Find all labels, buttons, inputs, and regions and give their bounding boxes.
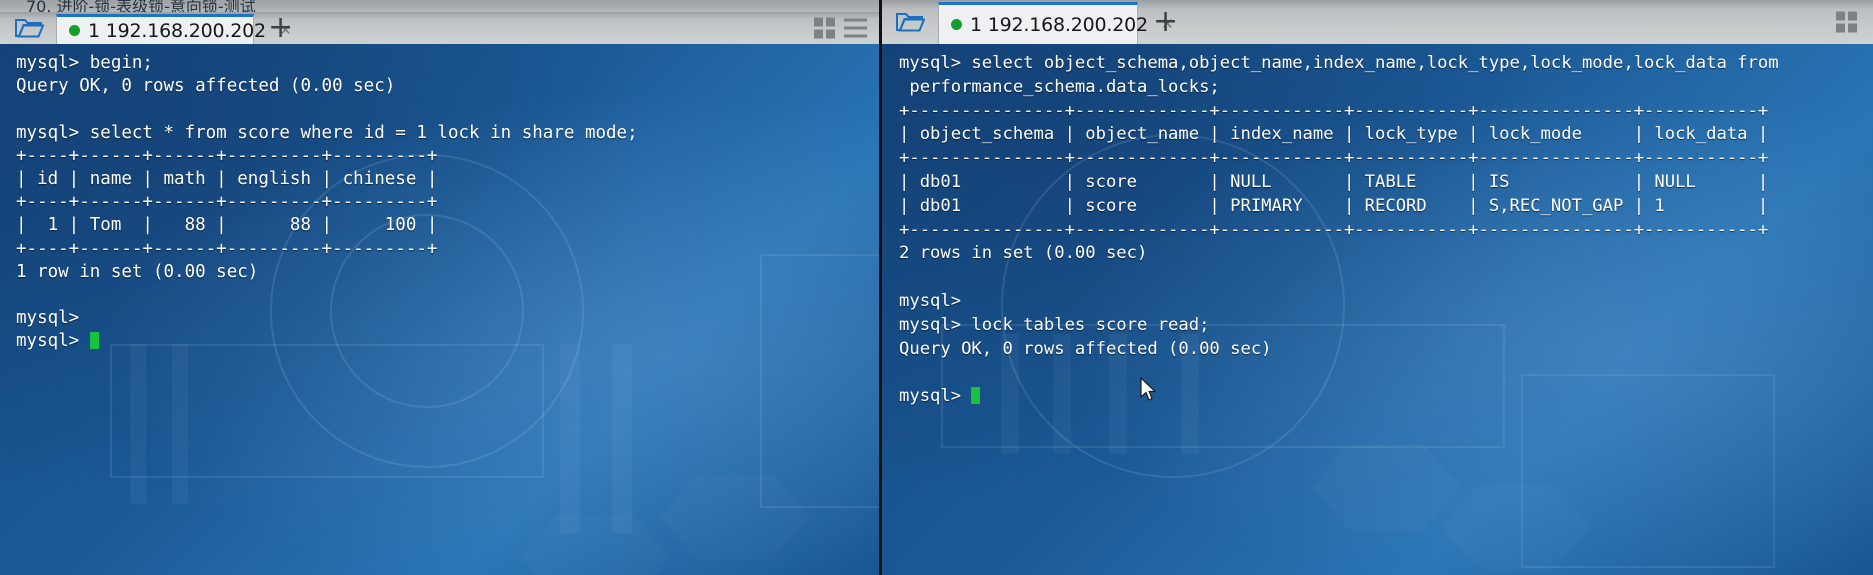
terminal-line: mysql>: [899, 385, 1873, 409]
terminal-line: mysql>: [16, 308, 80, 329]
terminal-line: mysql> lock tables score read;: [899, 314, 1210, 335]
terminal-line: Query OK, 0 rows affected (0.00 sec): [899, 338, 1272, 359]
terminal-line: mysql>: [899, 290, 962, 311]
session-status-dot-icon: [951, 19, 962, 30]
tab-session-left[interactable]: 1 192.168.200.202 ×: [56, 14, 291, 44]
panel-divider[interactable]: [879, 0, 882, 575]
new-tab-button-left[interactable]: +: [268, 13, 293, 43]
terminal-cursor: [971, 387, 981, 405]
tab-session-right[interactable]: 1 192.168.200.202 ×: [938, 2, 1173, 44]
terminal-line: | id | name | math | english | chinese |: [16, 168, 438, 189]
terminal-line: +----+------+------+---------+---------+: [16, 238, 438, 259]
new-tab-button-right[interactable]: +: [1153, 7, 1178, 37]
terminal-cursor: [89, 332, 99, 350]
terminal-line: 2 rows in set (0.00 sec): [899, 243, 1148, 264]
terminal-line: mysql> select object_schema,object_name,…: [899, 53, 1779, 73]
toolbar-icons-left: [814, 17, 867, 39]
tab-label-right: 1 192.168.200.202: [970, 13, 1148, 36]
terminal-line: +----+------+------+---------+---------+: [16, 192, 438, 213]
terminal-line: 1 row in set (0.00 sec): [16, 261, 259, 282]
screen: 70. 进阶-锁-表级锁-意向锁-测试 1 192.168.200.202 × …: [0, 0, 1873, 575]
open-folder-button-right[interactable]: [887, 7, 933, 37]
terminal-right[interactable]: mysql> select object_schema,object_name,…: [881, 44, 1873, 575]
folder-open-icon: [895, 10, 925, 34]
terminal-left[interactable]: mysql> begin; Query OK, 0 rows affected (…: [0, 44, 881, 575]
terminal-line: mysql> select * from score where id = 1 …: [16, 122, 638, 143]
terminal-line: | db01 | score | PRIMARY | RECORD | S,RE…: [899, 195, 1769, 216]
terminal-panel-left: 1 192.168.200.202 × + mysql> begin; Quer…: [0, 0, 881, 575]
decorative-bar: [130, 344, 146, 504]
terminal-output-left: mysql> begin; Query OK, 0 rows affected (…: [16, 52, 881, 353]
decorative-bar: [612, 344, 632, 534]
toolbar-icons-right: [1836, 11, 1857, 33]
decorative-hexagon: [660, 474, 810, 560]
terminal-line: +---------------+-------------+---------…: [899, 100, 1769, 121]
grid-view-icon[interactable]: [1836, 11, 1857, 33]
terminal-line: +----+------+------+---------+---------+: [16, 145, 438, 166]
open-folder-button-left[interactable]: [6, 13, 52, 43]
terminal-line: +---------------+-------------+---------…: [899, 148, 1769, 169]
terminal-line: mysql> begin;: [16, 53, 153, 73]
terminal-line: +---------------+-------------+---------…: [899, 219, 1769, 240]
tabbar-left: 1 192.168.200.202 × +: [0, 12, 881, 45]
terminal-line: | db01 | score | NULL | TABLE | IS | NUL…: [899, 171, 1769, 192]
session-status-dot-icon: [69, 25, 80, 36]
grid-view-icon[interactable]: [814, 17, 835, 39]
decorative-hexagon: [520, 514, 670, 575]
terminal-line: performance_schema.data_locks;: [899, 76, 1220, 97]
list-view-icon[interactable]: [844, 18, 867, 38]
terminal-line: Query OK, 0 rows affected (0.00 sec): [16, 76, 396, 97]
terminal-line: | 1 | Tom | 88 | 88 | 100 |: [16, 215, 438, 236]
decorative-hexagon: [1311, 444, 1461, 530]
decorative-hexagon: [1441, 484, 1591, 570]
decorative-rect: [110, 344, 544, 478]
decorative-bar: [560, 344, 580, 534]
tab-label-left: 1 192.168.200.202: [88, 19, 266, 42]
terminal-panel-right: 1 192.168.200.202 × + mysql> select obje…: [881, 0, 1873, 575]
terminal-output-right: mysql> select object_schema,object_name,…: [899, 52, 1873, 409]
decorative-bar: [172, 344, 188, 504]
tabbar-right: 1 192.168.200.202 × +: [881, 0, 1873, 45]
terminal-line: mysql>: [16, 330, 881, 353]
folder-open-icon: [14, 16, 44, 40]
terminal-line: | object_schema | object_name | index_na…: [899, 124, 1769, 145]
